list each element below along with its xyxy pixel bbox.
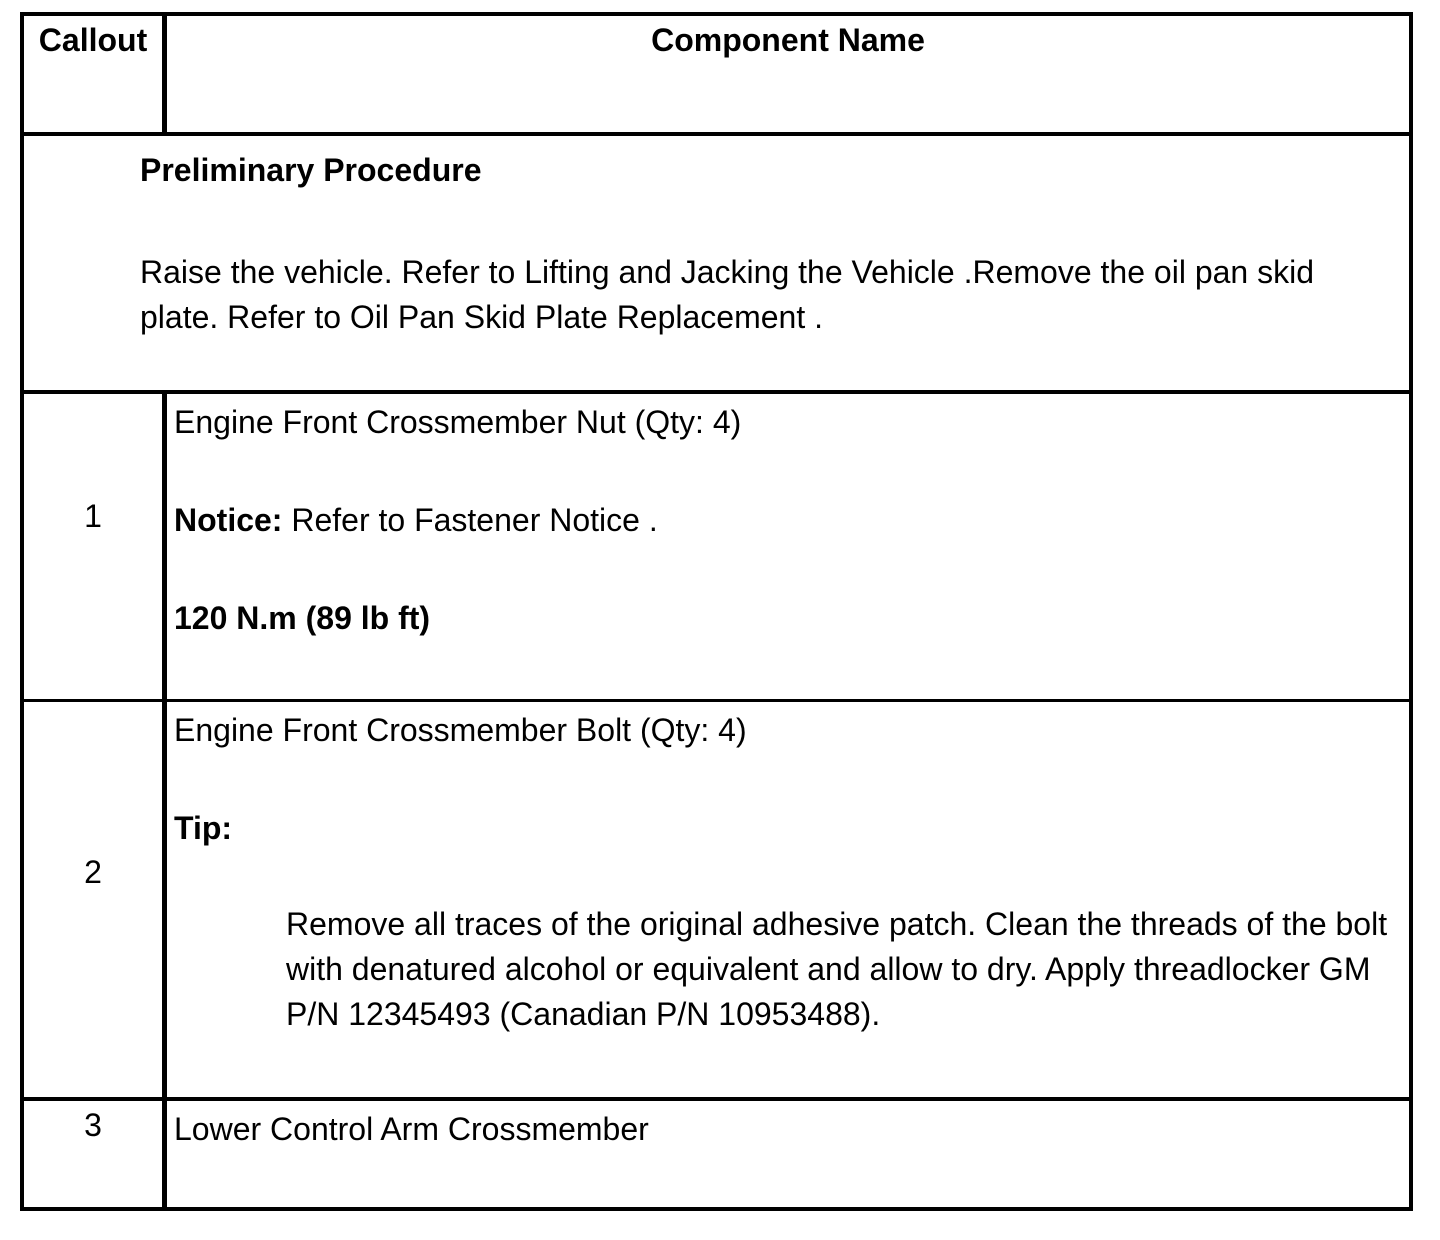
header-component-name: Component Name [651,22,925,58]
component-table: Callout Component Name Preliminary Proce… [20,12,1413,1211]
notice-text: Refer to Fastener Notice . [282,502,658,538]
preliminary-text: Raise the vehicle. Refer to Lifting and … [140,254,1314,335]
torque-spec: 120 N.m (89 lb ft) [174,600,431,636]
callout-number: 2 [84,854,102,890]
component-cell: Engine Front Crossmember Bolt (Qty: 4) T… [174,702,1399,1097]
notice-label: Notice: [174,502,283,538]
notice-line: Notice: Refer to Fastener Notice . [174,498,1399,543]
callout-cell: 2 [24,702,162,1097]
component-name: Engine Front Crossmember Bolt (Qty: 4) [174,712,747,748]
table-row: 3 Lower Control Arm Crossmember [24,1097,1409,1207]
table-row: 1 Engine Front Crossmember Nut (Qty: 4) … [24,390,1409,699]
table-header-row: Callout Component Name [24,16,1409,132]
component-cell: Lower Control Arm Crossmember [174,1101,1399,1207]
component-name: Lower Control Arm Crossmember [174,1111,649,1147]
preliminary-title: Preliminary Procedure [140,152,482,188]
header-callout: Callout [38,22,148,58]
component-name: Engine Front Crossmember Nut (Qty: 4) [174,404,742,440]
callout-number: 1 [84,498,102,534]
callout-cell: 3 [24,1101,162,1207]
callout-number: 3 [84,1107,102,1143]
preliminary-procedure-row: Preliminary Procedure Raise the vehicle.… [24,132,1409,390]
tip-label: Tip: [174,810,233,846]
tip-text: Remove all traces of the original adhesi… [286,906,1388,1032]
component-cell: Engine Front Crossmember Nut (Qty: 4) No… [174,394,1399,699]
table-row: 2 Engine Front Crossmember Bolt (Qty: 4)… [24,699,1409,1097]
callout-cell: 1 [24,394,162,699]
